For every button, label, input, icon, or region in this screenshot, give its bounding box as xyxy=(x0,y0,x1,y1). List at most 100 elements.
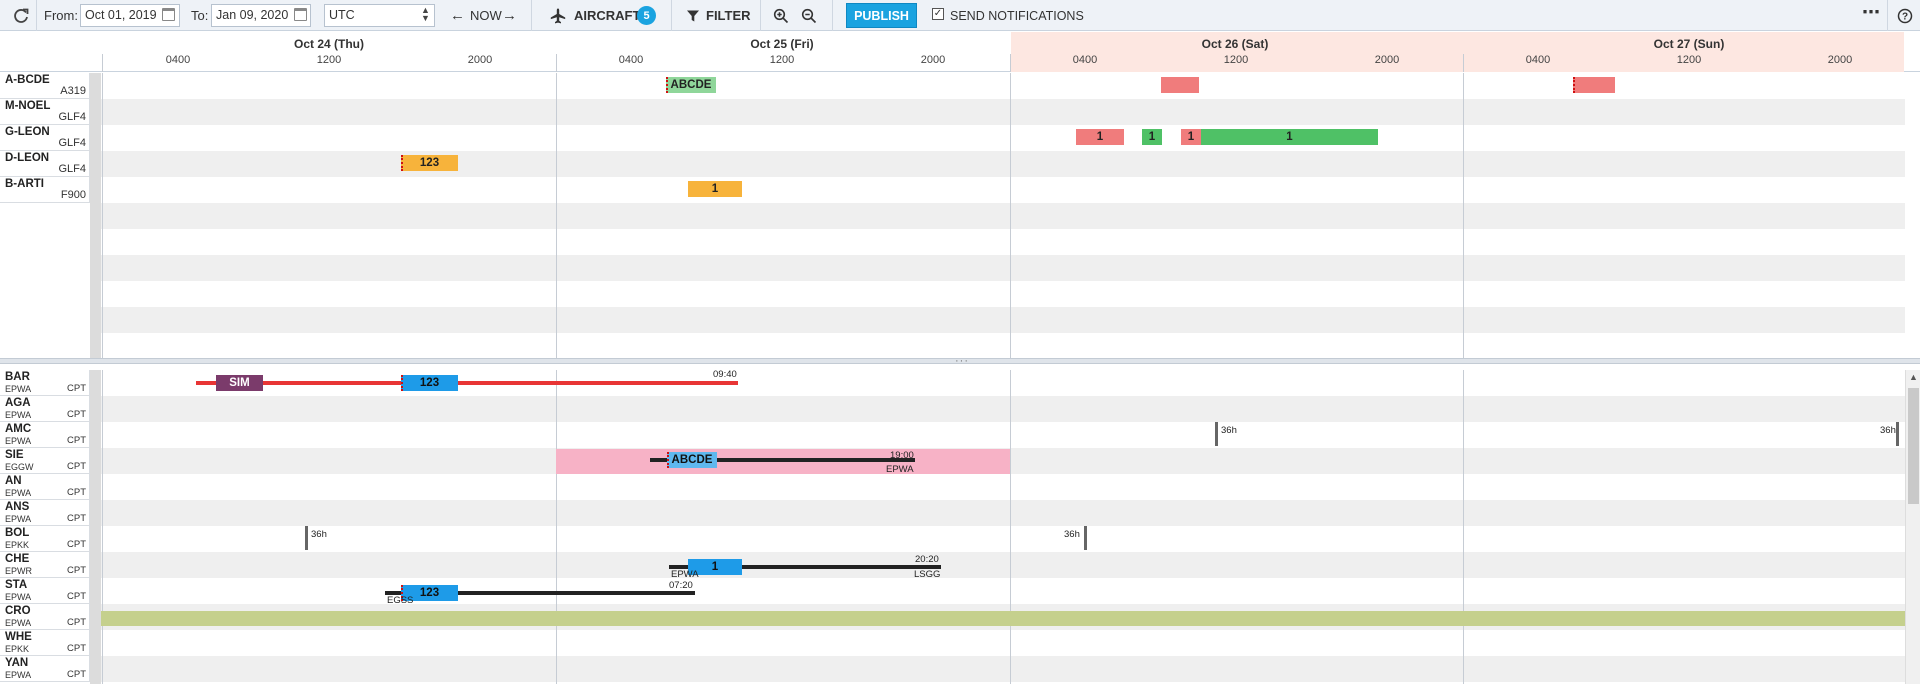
conflict-marker xyxy=(401,155,405,171)
scrollbar-thumb[interactable] xyxy=(1908,388,1919,504)
plane-icon[interactable] xyxy=(549,0,567,31)
aircraft-row-label[interactable]: D-LEON GLF4 xyxy=(0,151,90,177)
flight-block[interactable]: 1 xyxy=(1142,129,1162,145)
crew-row-label[interactable]: WHE EPKK CPT xyxy=(0,630,90,656)
flight-block[interactable]: 1 xyxy=(1201,129,1378,145)
flight-block[interactable]: 123 xyxy=(401,375,458,391)
rest-marker xyxy=(1084,526,1087,550)
help-icon[interactable]: ? xyxy=(1897,0,1913,31)
crew-row-label[interactable]: ANS EPWA CPT xyxy=(0,500,90,526)
weekend-highlight xyxy=(1011,32,1904,72)
aircraft-count-badge: 5 xyxy=(637,6,656,25)
flight-block[interactable]: 1 xyxy=(688,181,742,197)
tick-label: 2000 xyxy=(920,54,946,66)
day-label: Oct 25 (Fri) xyxy=(750,37,814,51)
rest-label: 36h xyxy=(1064,529,1080,540)
tick-label: 0400 xyxy=(165,54,191,66)
calendar-icon[interactable] xyxy=(294,8,307,21)
zoom-out-icon[interactable] xyxy=(801,0,817,31)
duty-end-time: 19:00 xyxy=(890,450,914,461)
panel-splitter[interactable]: ··· xyxy=(0,355,1920,367)
from-label: From: xyxy=(44,8,78,23)
destination-label: LSGG xyxy=(914,569,941,580)
origin-label: EGSS xyxy=(387,595,414,606)
aircraft-row-label[interactable]: M-NOEL GLF4 xyxy=(0,99,90,125)
tick-label: 1200 xyxy=(769,54,795,66)
filter-button[interactable]: FILTER xyxy=(706,0,751,31)
rest-label: 36h xyxy=(1221,425,1237,436)
tick-label: 0400 xyxy=(618,54,644,66)
tick-label: 0400 xyxy=(1525,54,1551,66)
publish-button[interactable]: PUBLISH xyxy=(846,3,917,28)
aircraft-button[interactable]: AIRCRAFT xyxy=(574,0,640,31)
select-arrows-icon: ▲ ▼ xyxy=(421,5,430,23)
day-label: Oct 24 (Thu) xyxy=(293,37,365,51)
now-button[interactable]: NOW xyxy=(470,0,502,31)
tick-label: 1200 xyxy=(1223,54,1249,66)
flight-block[interactable] xyxy=(1573,77,1615,93)
rest-label: 36h xyxy=(1880,425,1896,436)
conflict-marker xyxy=(1573,77,1577,93)
aircraft-row-label[interactable]: A-BCDE A319 xyxy=(0,73,90,99)
flight-block[interactable]: ABCDE xyxy=(667,452,717,468)
arrow-right-icon[interactable]: → xyxy=(502,0,517,31)
rest-marker xyxy=(1215,422,1218,446)
tick-label: 2000 xyxy=(1827,54,1853,66)
aircraft-schedule: A-BCDE A319 M-NOEL GLF4 G-LEON GLF4 D-LEON G… xyxy=(0,73,1920,358)
flight-block[interactable]: 1 xyxy=(1181,129,1201,145)
timezone-select[interactable]: UTC xyxy=(324,4,435,27)
crew-row-label[interactable]: CHE EPWR CPT xyxy=(0,552,90,578)
rest-marker xyxy=(1896,422,1899,446)
crew-row-label[interactable]: AMC EPWA CPT xyxy=(0,422,90,448)
filter-icon[interactable] xyxy=(686,0,700,31)
toolbar: From: Oct 01, 2019 To: Jan 09, 2020 UTC … xyxy=(0,0,1920,31)
crew-row-label[interactable]: SIE EGGW CPT xyxy=(0,448,90,474)
rest-label: 36h xyxy=(311,529,327,540)
flight-block[interactable]: 123 xyxy=(401,155,458,171)
flight-block[interactable]: 1 xyxy=(1076,129,1124,145)
flight-block[interactable] xyxy=(1161,77,1199,93)
vertical-scrollbar[interactable]: ▲ xyxy=(1905,370,1920,684)
conflict-marker xyxy=(666,77,670,93)
zoom-in-icon[interactable] xyxy=(773,0,789,31)
to-label: To: xyxy=(191,8,209,23)
tick-label: 2000 xyxy=(1374,54,1400,66)
duty-end-time: 20:20 xyxy=(915,554,939,565)
send-notifications-checkbox[interactable]: ✓ xyxy=(932,8,944,20)
sim-block[interactable]: SIM xyxy=(216,375,263,391)
rest-marker xyxy=(305,526,308,550)
crew-row-label[interactable]: CRO EPWA CPT xyxy=(0,604,90,630)
destination-label: EPWA xyxy=(886,464,914,475)
crew-row-label[interactable]: BOL EPKK CPT xyxy=(0,526,90,552)
send-notifications-label: SEND NOTIFICATIONS xyxy=(950,8,1084,23)
day-label: Oct 27 (Sun) xyxy=(1653,37,1725,51)
aircraft-row-label[interactable]: G-LEON GLF4 xyxy=(0,125,90,151)
refresh-icon[interactable] xyxy=(13,0,29,31)
duty-end-time: 09:40 xyxy=(713,370,737,380)
more-dots-icon[interactable]: ⋯ xyxy=(1862,0,1880,28)
conflict-marker xyxy=(667,452,671,468)
duty-end-time: 07:20 xyxy=(669,580,693,591)
crew-row-label[interactable]: YAN EPWA CPT xyxy=(0,656,90,682)
scroll-up-icon[interactable]: ▲ xyxy=(1909,372,1918,382)
crew-schedule: BAR EPWA CPT AGA EPWA CPT AMC EPWA CPT SIE EGGW… xyxy=(0,370,1920,684)
tick-label: 0400 xyxy=(1072,54,1098,66)
arrow-left-icon[interactable]: ← xyxy=(450,0,465,31)
origin-label: EPWA xyxy=(671,569,699,580)
svg-text:?: ? xyxy=(1902,11,1908,22)
tick-label: 1200 xyxy=(316,54,342,66)
crew-row-label[interactable]: BAR EPWA CPT xyxy=(0,370,90,396)
timeline-header: Oct 24 (Thu) Oct 25 (Fri) Oct 26 (Sat) O… xyxy=(0,32,1920,72)
off-duty-band[interactable] xyxy=(90,611,1905,626)
tick-label: 2000 xyxy=(467,54,493,66)
day-label: Oct 26 (Sat) xyxy=(1201,37,1269,51)
aircraft-row-label[interactable]: B-ARTI F900 xyxy=(0,177,90,203)
tick-label: 1200 xyxy=(1676,54,1702,66)
duty-line[interactable] xyxy=(196,381,738,385)
crew-row-label[interactable]: AGA EPWA CPT xyxy=(0,396,90,422)
calendar-icon[interactable] xyxy=(162,8,175,21)
conflict-marker xyxy=(401,375,405,391)
crew-row-label[interactable]: AN EPWA CPT xyxy=(0,474,90,500)
crew-row-label[interactable]: STA EPWA CPT xyxy=(0,578,90,604)
flight-block[interactable]: ABCDE xyxy=(666,77,716,93)
